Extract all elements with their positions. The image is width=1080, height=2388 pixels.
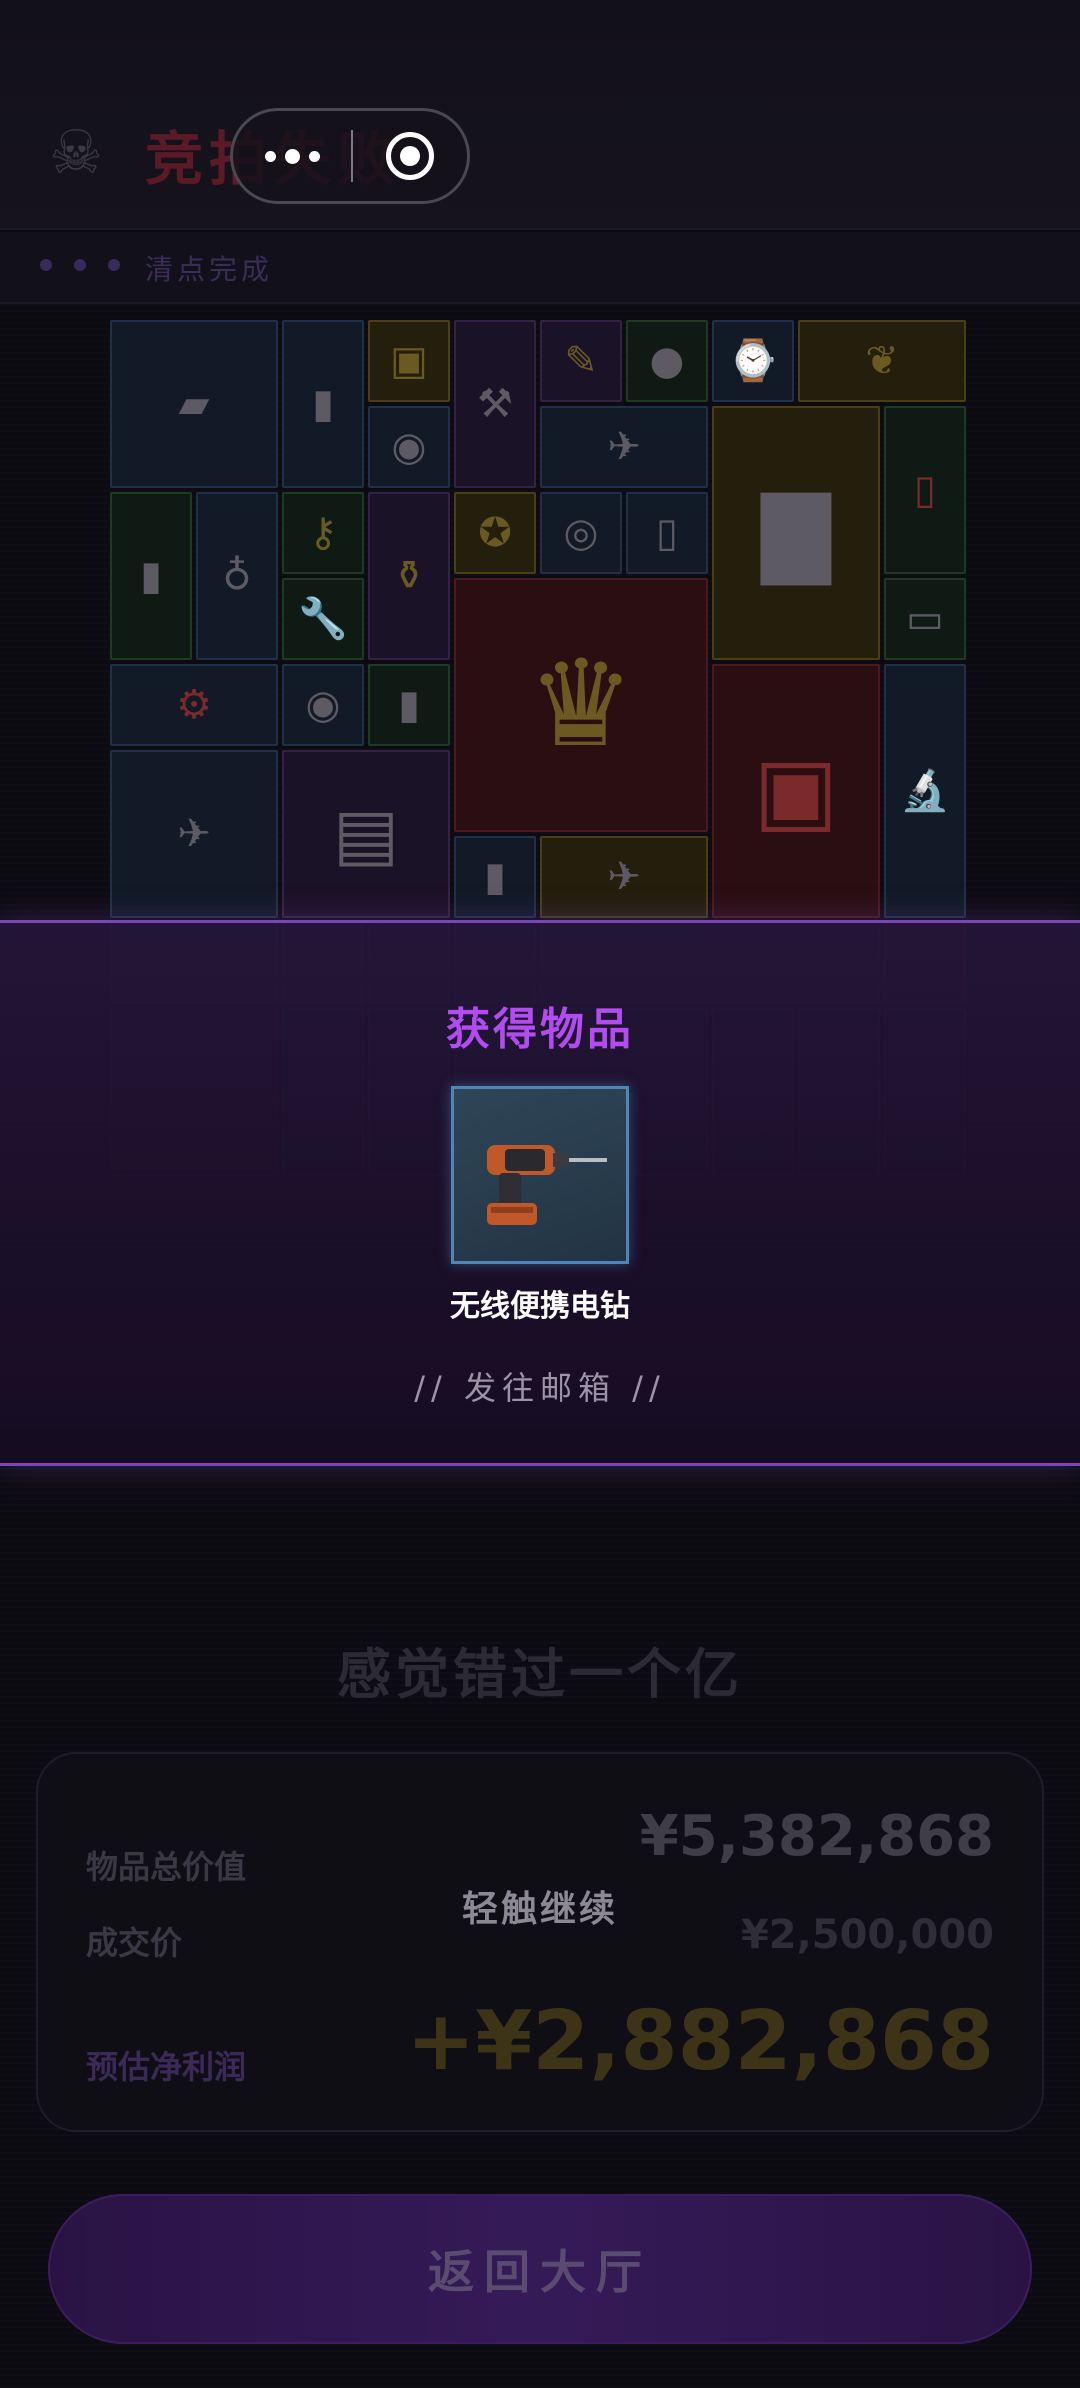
machine-icon: ▤ — [332, 793, 400, 875]
coin-icon: ● — [649, 338, 685, 384]
generator-icon: ▣ — [753, 738, 839, 843]
vase-icon: ⚱ — [392, 553, 426, 599]
bag-icon: ▮ — [139, 553, 162, 599]
case-icon: ▇ — [761, 480, 831, 585]
skull-icon: ☠ — [49, 118, 103, 188]
item-cell: ❦ — [798, 320, 966, 402]
item-cell: ⚙ — [110, 664, 278, 746]
panel-icon: ▯ — [913, 467, 936, 513]
target-dot — [400, 146, 420, 166]
status-row: 清点完成 — [0, 232, 1080, 304]
item-cell: ✈ — [540, 406, 708, 488]
profit-label: 预估净利润 — [86, 2048, 247, 2086]
estimated-profit: +¥2,882,868 — [406, 1994, 994, 2089]
item-cell: ▣ — [712, 664, 880, 918]
missed-text: 感觉错过一个亿 — [337, 1643, 743, 1706]
drone-icon: ✈ — [607, 854, 641, 900]
more-icon[interactable] — [233, 111, 351, 201]
item-cell: ⚒ — [454, 320, 536, 488]
tablet-icon: ▰ — [178, 381, 210, 427]
crown-icon: ♛ — [527, 635, 635, 774]
item-cell: ⌚ — [712, 320, 794, 402]
item-cell: ♛ — [454, 578, 708, 832]
item-cell: ◉ — [282, 664, 364, 746]
item-cell: ✈ — [540, 836, 708, 918]
microscope-icon: 🔬 — [900, 768, 950, 814]
status-dot — [74, 259, 86, 271]
medal-icon: ✪ — [478, 510, 512, 556]
item-cell: ✎ — [540, 320, 622, 402]
total-value: ¥5,382,868 — [639, 1804, 994, 1869]
status-dot — [40, 259, 52, 271]
laurel-icon: ❦ — [865, 338, 899, 384]
item-cell: ▮ — [368, 664, 450, 746]
more-dot — [264, 150, 276, 162]
status-dot — [108, 259, 120, 271]
drone-icon: ✈ — [177, 811, 211, 857]
more-dot — [308, 150, 320, 162]
stethoscope-icon: ♁ — [222, 553, 252, 599]
tube-icon: ▮ — [311, 381, 334, 427]
item-cell: ▮ — [282, 320, 364, 488]
item-cell: ▤ — [282, 750, 450, 918]
tool-icon: ⚒ — [477, 381, 513, 427]
phone-icon: ▯ — [655, 510, 678, 556]
key-icon: ⚷ — [308, 510, 338, 556]
item-cell: ✈ — [110, 750, 278, 918]
watch-icon: ⌚ — [728, 338, 778, 384]
item-cell: ▭ — [884, 578, 966, 660]
disc-icon: ◉ — [391, 424, 427, 470]
profit-card: 物品总价值 ¥5,382,868 成交价 ¥2,500,000 预估净利润 +¥… — [36, 1752, 1044, 2132]
item-cell: ♁ — [196, 492, 278, 660]
item-cell: ▮ — [110, 492, 192, 660]
reward-title: 获得物品 — [446, 1004, 634, 1055]
item-cell: ✪ — [454, 492, 536, 574]
item-cell: ▣ — [368, 320, 450, 402]
reward-item-card[interactable] — [451, 1086, 629, 1264]
item-cell: ● — [626, 320, 708, 402]
tube-icon: ▮ — [483, 854, 506, 900]
header: ☠ 竞拍失败 — [0, 0, 1080, 230]
status-text: 清点完成 — [145, 253, 274, 286]
drone-icon: ✈ — [607, 424, 641, 470]
item-cell: ▮ — [454, 836, 536, 918]
tape-icon: ◎ — [563, 510, 599, 556]
more-dot — [284, 148, 300, 164]
tap-to-continue[interactable]: 轻触继续 — [0, 1880, 1080, 1932]
drill-icon — [487, 1145, 607, 1225]
item-cell: 🔬 — [884, 664, 966, 918]
item-cell: ▯ — [884, 406, 966, 574]
target-ring — [386, 132, 434, 180]
item-cell: ▯ — [626, 492, 708, 574]
item-cell: ⚱ — [368, 492, 450, 660]
item-cell: ▇ — [712, 406, 880, 660]
item-cell: ⚷ — [282, 492, 364, 574]
item-cell: ◉ — [368, 406, 450, 488]
disc-icon: ◉ — [305, 682, 341, 728]
reward-overlay[interactable]: 获得物品 无线便携电钻 // 发往邮箱 // — [0, 920, 1080, 1466]
reward-item-name: 无线便携电钻 — [450, 1289, 630, 1324]
item-cell: ▰ — [110, 320, 278, 488]
item-cell: 🔧 — [282, 578, 364, 660]
mini-program-capsule[interactable] — [230, 108, 470, 204]
back-to-lobby-button[interactable]: 返回大厅 — [48, 2194, 1032, 2344]
sent-to-mailbox-text: // 发往邮箱 // — [414, 1369, 666, 1407]
bottle-icon: ▮ — [397, 682, 420, 728]
drill-icon: ⚙ — [176, 682, 212, 728]
scroll-icon: ✎ — [564, 338, 598, 384]
device-icon: ▣ — [390, 338, 428, 384]
item-cell: ◎ — [540, 492, 622, 574]
close-miniprogram-icon[interactable] — [353, 132, 467, 180]
wrench-icon: 🔧 — [298, 596, 348, 642]
ammo-icon: ▭ — [906, 596, 944, 642]
